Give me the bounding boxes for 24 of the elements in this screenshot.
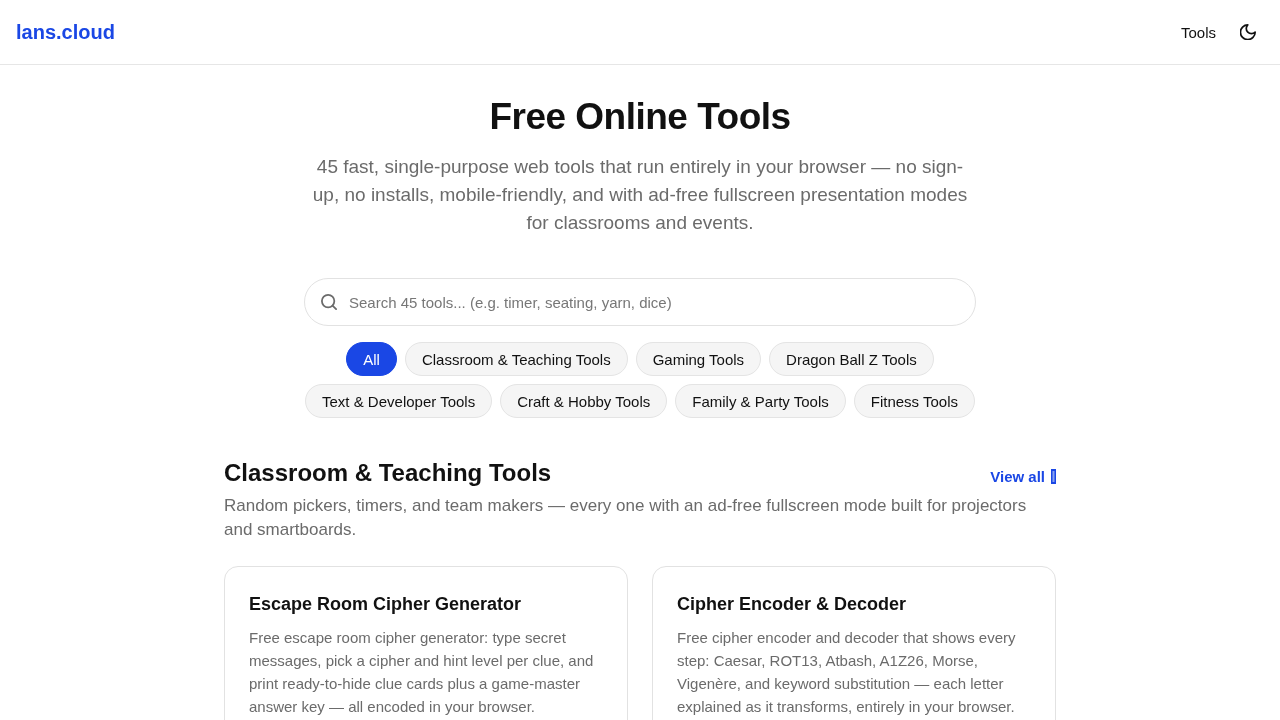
filter-chip[interactable]: Family & Party Tools bbox=[675, 384, 846, 418]
filter-chip[interactable]: Craft & Hobby Tools bbox=[500, 384, 668, 418]
filter-chip[interactable]: All bbox=[346, 342, 397, 376]
search-icon bbox=[321, 294, 337, 310]
box-icon bbox=[1051, 468, 1056, 484]
card-title: Escape Room Cipher Generator bbox=[249, 593, 523, 616]
filter-chip[interactable]: Gaming Tools bbox=[635, 342, 762, 376]
card-title: Cipher Encoder & Decoder bbox=[677, 593, 908, 616]
page-title: Free Online Tools bbox=[489, 95, 791, 139]
card-description: Free escape room cipher generator: type secret messages, pick a cipher and hint level per clue, and print ready-to-hide clue cards plus a game-master answer key — all encoded in your browser. bbox=[249, 628, 595, 717]
card-description: Free cipher encoder and decoder that shows every step: Caesar, ROT13, Atbash, A1Z26, Morse, Vigenère, and keyword substitution — each letter explained as it transforms, entirely in your browser. bbox=[677, 628, 1017, 717]
filter-chip[interactable]: Classroom & Teaching Tools bbox=[404, 342, 628, 376]
search-field[interactable]: Search 45 tools... (e.g. timer, seating, yarn, dice) bbox=[304, 278, 976, 326]
filter-chip[interactable]: Text & Developer Tools bbox=[305, 384, 493, 418]
nav-link[interactable]: Tools bbox=[1180, 23, 1216, 41]
theme-toggle-button[interactable] bbox=[1240, 24, 1256, 40]
filter-chip[interactable]: Dragon Ball Z Tools bbox=[769, 342, 934, 376]
moon-icon bbox=[1240, 24, 1256, 40]
page-subtitle: 45 fast, single-purpose web tools that run entirely in your browser — no sign-up, no installs, mobile-friendly, and with ad-free fullscreen presentation modes for classrooms and events. bbox=[312, 155, 968, 235]
section-title: Classroom & Teaching Tools bbox=[224, 458, 552, 488]
site-logo[interactable]: lans.cloud bbox=[16, 20, 115, 44]
view-all-link[interactable]: View all bbox=[990, 467, 1056, 485]
section-description: Random pickers, timers, and team makers — every one with an ad-free fullscreen mode built for projectors and smartboards. bbox=[224, 495, 1028, 541]
filter-chip[interactable]: Fitness Tools bbox=[853, 384, 975, 418]
